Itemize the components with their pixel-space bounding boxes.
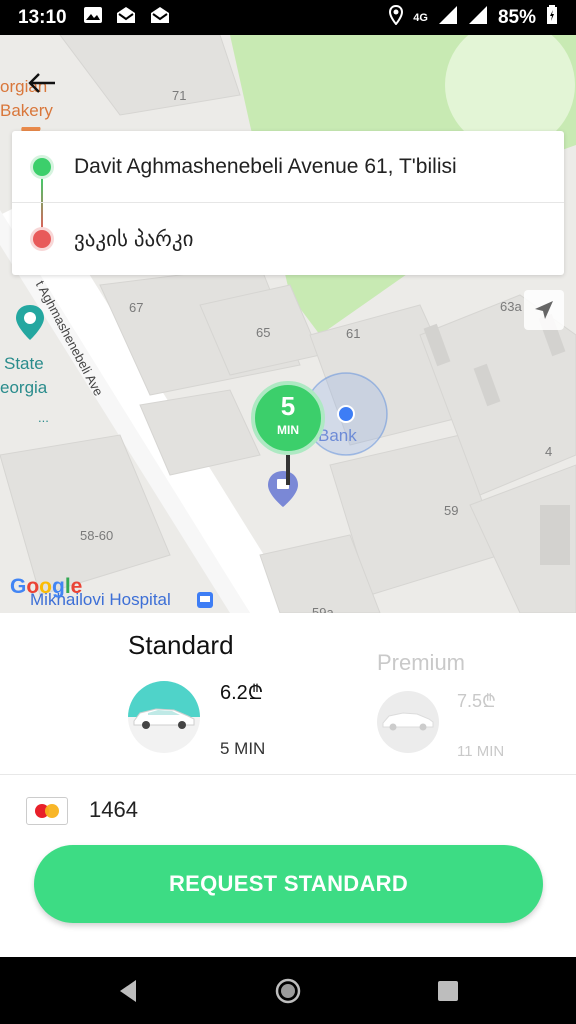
option-standard-eta: 5 MIN <box>220 739 266 758</box>
signal-icon <box>438 5 458 31</box>
my-location-button[interactable] <box>524 290 564 330</box>
poi-state-label-3: ... <box>38 410 49 425</box>
system-nav-bar <box>0 957 576 1024</box>
status-right: 4G 85% <box>389 4 558 31</box>
navigation-arrow-icon <box>535 301 553 319</box>
battery-text: 85% <box>497 6 536 28</box>
status-bar: 13:10 4G 85% <box>0 0 576 35</box>
option-standard-title: Standard <box>128 630 234 660</box>
poi-bakery-label-2[interactable]: Bakery <box>0 101 53 121</box>
nav-back-button[interactable] <box>114 977 142 1005</box>
back-button[interactable] <box>24 65 60 101</box>
google-logo-letter: G <box>10 575 27 598</box>
eta-marker: 5 MIN <box>251 381 325 455</box>
map-label-4: 4 <box>545 444 553 459</box>
poi-bank-label[interactable]: Bank <box>318 426 357 446</box>
screen: 13:10 4G 85% 71 67 65 61 63a 4 59 58-60 … <box>0 0 576 1024</box>
mail-notification-icon <box>115 5 137 31</box>
google-logo-letter: g <box>52 575 65 598</box>
map-label-58-60: 58-60 <box>80 528 114 543</box>
eta-marker-unit: MIN <box>277 423 299 437</box>
destination-dot-icon <box>33 230 51 248</box>
map-label-71: 71 <box>172 88 187 103</box>
pickup-address-row[interactable]: Davit Aghmashenebeli Avenue 61, T'bilisi <box>12 131 564 203</box>
destination-address-row[interactable]: ვაკის პარკი <box>12 203 564 275</box>
eta-marker-value: 5 <box>280 391 296 421</box>
google-logo-letter: o <box>26 575 40 598</box>
battery-icon <box>546 4 558 31</box>
poi-state-label-2[interactable]: eorgia <box>0 378 47 398</box>
mastercard-icon <box>26 797 68 825</box>
google-logo: Google <box>10 575 82 599</box>
status-time: 13:10 <box>18 6 67 28</box>
poi-state-label-1[interactable]: State <box>4 354 44 374</box>
map-label-67: 67 <box>129 300 144 315</box>
map[interactable]: 71 67 65 61 63a 4 59 58-60 59a orgian Ba… <box>0 35 576 613</box>
nav-home-button[interactable] <box>274 977 302 1005</box>
back-triangle-icon <box>120 980 136 1002</box>
map-label-63a: 63a <box>500 299 522 314</box>
ride-options-sheet: Standard 6.2₾ 5 MIN Premium 7.5₾ 11 MIN … <box>0 613 576 957</box>
network-type: 4G <box>413 11 428 24</box>
pickup-address[interactable]: Davit Aghmashenebeli Avenue 61, T'bilisi <box>74 155 457 179</box>
nav-recents-button[interactable] <box>434 977 462 1005</box>
premium-car-icon <box>377 691 439 753</box>
option-premium-price: 7.5₾ <box>457 691 496 711</box>
location-icon <box>389 4 404 31</box>
destination-address[interactable]: ვაკის პარკი <box>74 227 193 252</box>
map-label-59: 59 <box>444 503 459 518</box>
home-circle-icon <box>275 978 301 1004</box>
option-premium-title: Premium <box>377 650 466 675</box>
option-standard-price: 6.2₾ <box>220 682 264 704</box>
option-premium-eta: 11 MIN <box>457 743 505 760</box>
sheet-divider <box>0 774 576 775</box>
eta-marker-stem <box>286 455 290 485</box>
request-ride-button[interactable]: REQUEST STANDARD <box>34 845 543 923</box>
back-arrow-icon <box>28 73 55 93</box>
recents-square-icon <box>438 981 458 1001</box>
mail-notification-icon-2 <box>149 5 171 31</box>
google-logo-letter: e <box>70 575 83 598</box>
map-label-65: 65 <box>256 325 271 340</box>
map-background <box>0 35 576 613</box>
route-card: Davit Aghmashenebeli Avenue 61, T'bilisi… <box>12 131 564 275</box>
map-label-61: 61 <box>346 326 361 341</box>
google-logo-letter: o <box>39 575 52 598</box>
image-notification-icon <box>83 6 103 30</box>
signal-icon-2 <box>468 5 488 31</box>
pickup-dot-icon <box>33 157 51 176</box>
card-number: 1464 <box>89 797 138 822</box>
map-label-59a: 59a <box>312 605 334 613</box>
standard-car-icon <box>128 681 200 753</box>
payment-method-row[interactable]: 1464 <box>0 785 576 837</box>
